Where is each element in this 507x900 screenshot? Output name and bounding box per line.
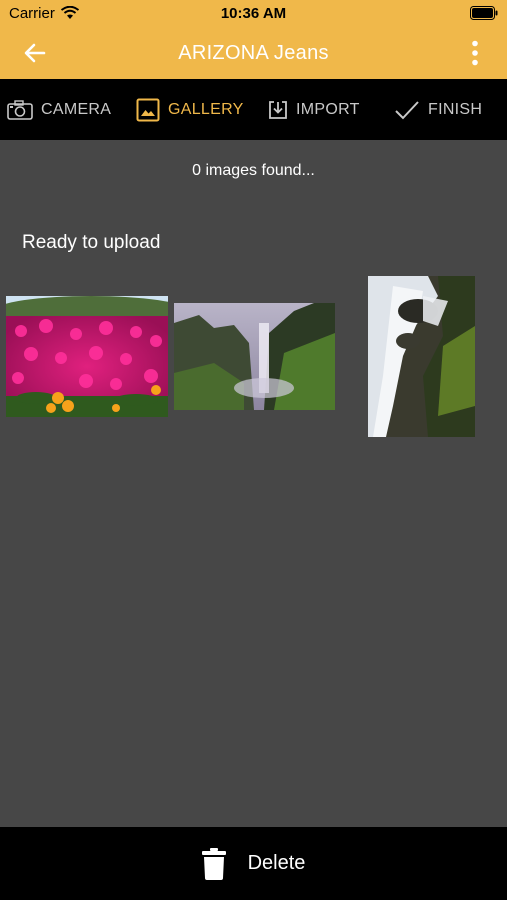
- more-vert-icon[interactable]: [471, 40, 479, 66]
- battery-icon: [470, 6, 498, 20]
- camera-icon: [7, 99, 33, 120]
- delete-label: Delete: [247, 852, 306, 874]
- waterfall-rocks-image: [368, 276, 475, 437]
- gallery-icon: [136, 98, 160, 121]
- import-icon: [269, 100, 287, 119]
- trash-icon: [201, 847, 226, 880]
- tab-finish[interactable]: FINISH: [394, 79, 482, 140]
- flower-field-image: [6, 296, 168, 417]
- waterfall-valley-photo[interactable]: [174, 303, 335, 410]
- tab-gallery[interactable]: GALLERY: [136, 79, 244, 140]
- clock: 10:36 AM: [220, 5, 287, 22]
- check-icon: [395, 100, 419, 119]
- source-tabs: CAMERA GALLERY IMPORT FINISH: [0, 79, 507, 140]
- app-bar: ARIZONA Jeans: [0, 28, 507, 79]
- tab-camera[interactable]: CAMERA: [7, 79, 111, 140]
- tab-finish-label: FINISH: [428, 100, 483, 118]
- status-bar: Carrier 10:36 AM: [0, 0, 507, 28]
- tab-import-label: IMPORT: [296, 100, 360, 118]
- tab-gallery-label: GALLERY: [168, 100, 244, 118]
- waterfall-rocks-photo[interactable]: [368, 276, 475, 437]
- images-found-text: 0 images found...: [192, 162, 315, 179]
- page-title: ARIZONA Jeans: [178, 42, 329, 64]
- ready-to-upload-heading: Ready to upload: [22, 232, 161, 253]
- tab-import[interactable]: IMPORT: [268, 79, 360, 140]
- delete-button[interactable]: Delete: [0, 827, 507, 900]
- flower-field-photo[interactable]: [6, 296, 168, 417]
- tab-camera-label: CAMERA: [41, 100, 112, 118]
- waterfall-valley-image: [174, 303, 335, 410]
